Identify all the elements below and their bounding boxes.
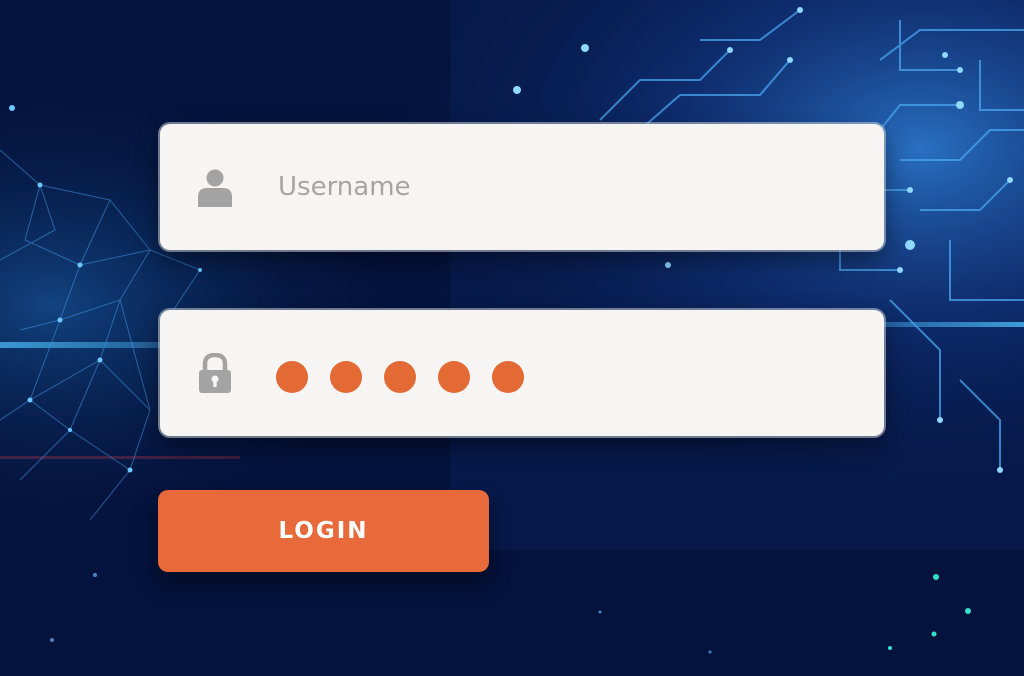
username-input[interactable] bbox=[278, 162, 838, 212]
password-masked-value[interactable] bbox=[276, 361, 524, 393]
login-button[interactable]: LOGIN bbox=[158, 490, 489, 572]
password-field[interactable] bbox=[160, 310, 884, 436]
password-mask-dot bbox=[276, 361, 308, 393]
lock-icon bbox=[199, 353, 231, 393]
password-mask-dot bbox=[438, 361, 470, 393]
password-mask-dot bbox=[384, 361, 416, 393]
username-field[interactable] bbox=[160, 124, 884, 250]
password-mask-dot bbox=[492, 361, 524, 393]
password-mask-dot bbox=[330, 361, 362, 393]
user-icon bbox=[198, 169, 232, 207]
